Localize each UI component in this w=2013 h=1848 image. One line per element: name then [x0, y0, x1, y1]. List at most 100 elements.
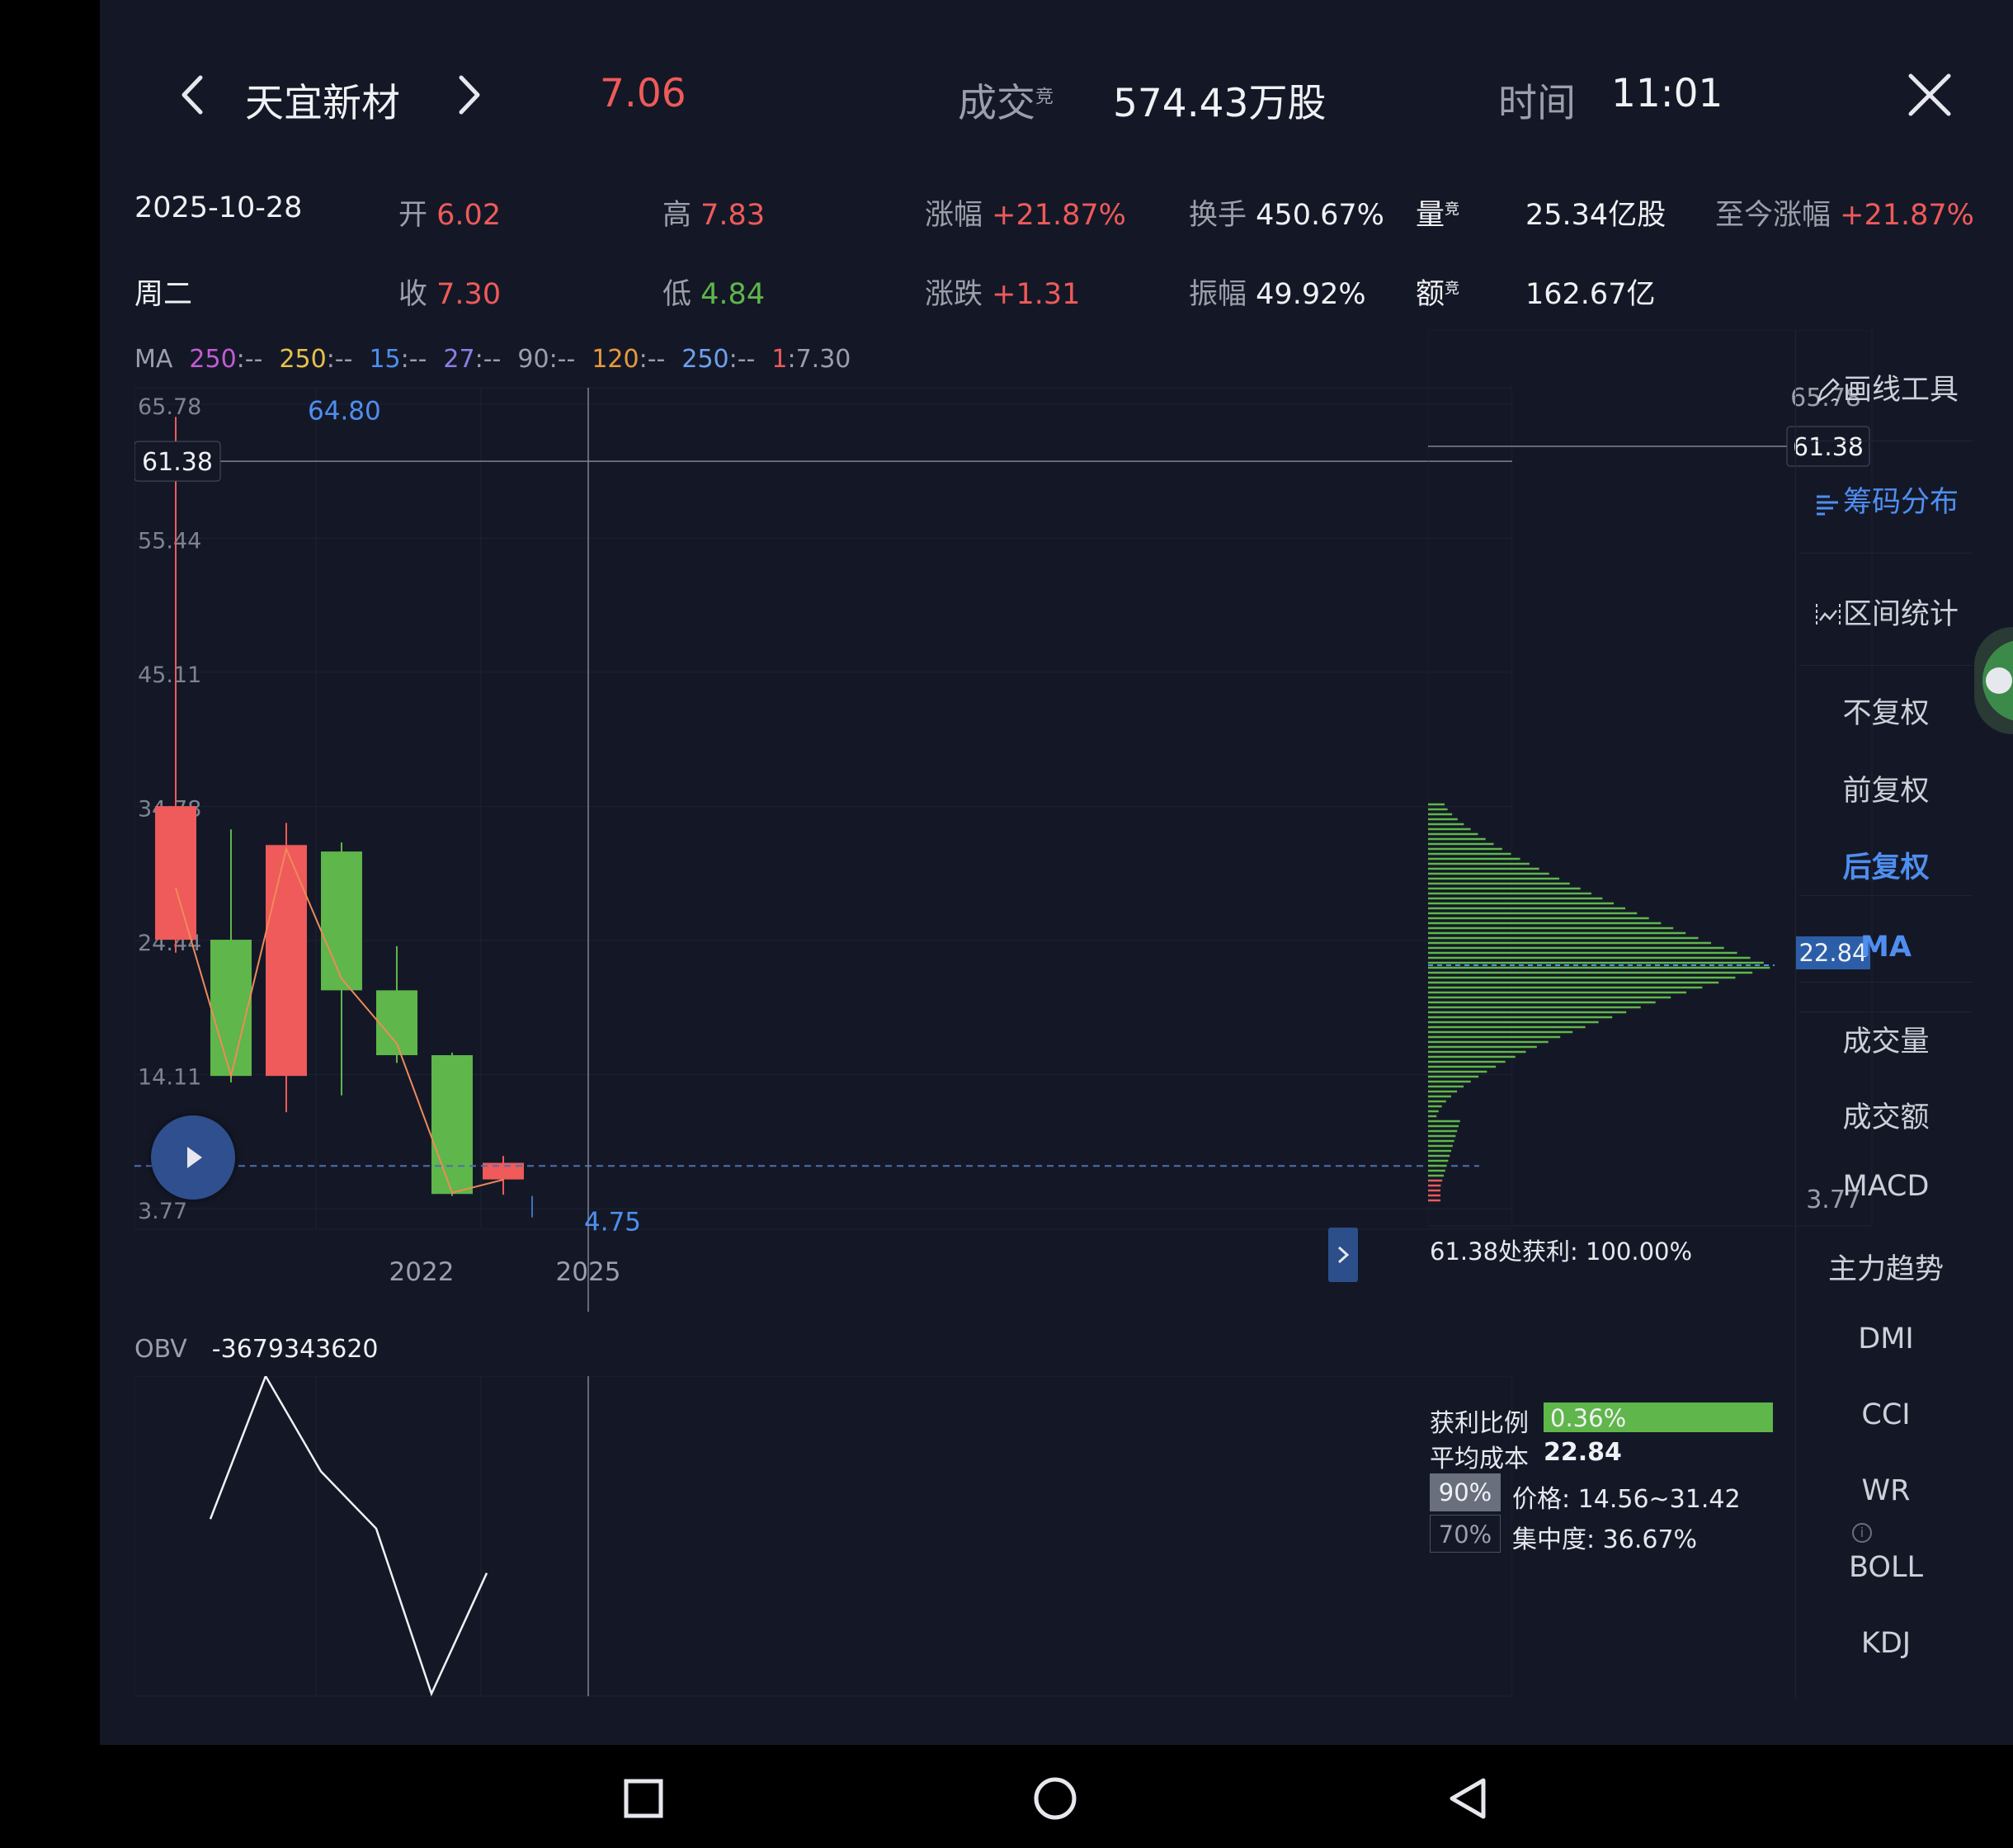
indicator-8[interactable]: DMI — [1799, 1322, 1973, 1355]
prev-stock-button[interactable] — [166, 66, 224, 124]
vol-label: 量竞 — [1416, 199, 1460, 232]
close-stat: 收 7.30 — [398, 278, 502, 311]
indicator-12[interactable]: KDJ — [1799, 1627, 1973, 1660]
candle-body — [431, 1054, 473, 1195]
turnover-stat: 换手 450.67% — [1189, 199, 1384, 232]
avg-cost-label: 平均成本 — [1430, 1445, 1529, 1473]
close-icon — [1908, 73, 1951, 116]
ytick-label: 65.78 — [138, 394, 201, 420]
amount-label: 额竞 — [1416, 278, 1460, 311]
ma-legend-item: 250:-- — [279, 345, 352, 374]
date: 2025-10-28 — [134, 191, 303, 224]
candle-body — [321, 851, 362, 991]
next-stock-button[interactable] — [438, 66, 496, 124]
crosshair-price: 61.38 — [142, 448, 213, 477]
pen-icon — [1816, 378, 1840, 403]
avg-cost-value: 22.84 — [1544, 1438, 1622, 1467]
low-stat: 低 4.84 — [662, 278, 766, 311]
profit-ratio-value: 0.36% — [1550, 1404, 1627, 1432]
ma-legend-item: 90:-- — [517, 345, 575, 374]
ma-legend-key: MA — [134, 345, 173, 374]
ma-legend-value: :-- — [728, 345, 756, 374]
expand-button[interactable] — [1328, 1228, 1358, 1282]
candle-body — [266, 845, 307, 1077]
kline-chart[interactable]: 65.7855.4445.1134.7824.4414.113.7761.386… — [134, 371, 1512, 1312]
chat-icon — [1982, 640, 2013, 721]
obv-line — [209, 1376, 488, 1697]
obv-frame — [134, 1376, 1512, 1697]
chevron-right-icon — [1337, 1246, 1350, 1264]
change-pct-stat: 涨幅 +21.87% — [925, 199, 1126, 232]
indicator-3[interactable]: MA — [1799, 931, 1973, 964]
indicator-11[interactable]: BOLL — [1799, 1551, 1973, 1584]
toolbar-separator — [1799, 895, 1973, 896]
indicator-4[interactable]: 成交量 — [1799, 1018, 1973, 1060]
play-button[interactable] — [151, 1115, 235, 1200]
amplitude-stat: 振幅 49.92% — [1189, 278, 1366, 311]
change-stat: 涨跌 +1.31 — [925, 278, 1081, 311]
toolbar-separator — [1799, 665, 1973, 666]
chevron-right-icon — [459, 75, 480, 115]
pct70-button[interactable]: 70% — [1430, 1515, 1501, 1553]
candle-body — [155, 806, 196, 940]
draw-tool-button[interactable]: 画线工具 — [1799, 366, 1973, 408]
pct90-button[interactable]: 90% — [1430, 1473, 1501, 1511]
ma-legend-key: 27 — [443, 345, 475, 374]
concentration: 集中度: 36.67% — [1512, 1525, 1698, 1554]
ma-legend-item: 120:-- — [592, 345, 665, 374]
ma-legend-key: 250 — [189, 345, 237, 374]
ma-legend-value: :-- — [326, 345, 353, 374]
home-button[interactable] — [1033, 1776, 1077, 1821]
toolbar-separator — [1799, 553, 1973, 554]
back-button[interactable] — [1445, 1776, 1490, 1821]
interval-icon — [1815, 604, 1841, 627]
ma-legend-value: :-- — [236, 345, 263, 374]
ytick-label: 3.77 — [138, 1199, 187, 1224]
indicator-10[interactable]: WR — [1799, 1474, 1973, 1507]
ma-legend-item: 15:-- — [369, 345, 427, 374]
ytick-label: 55.44 — [138, 529, 201, 554]
triangle-back-icon — [1450, 1778, 1486, 1819]
ma-legend-item: 250:-- — [189, 345, 262, 374]
indicator-0[interactable]: 不复权 — [1799, 690, 1973, 732]
profit-ratio-label: 获利比例 — [1430, 1409, 1529, 1438]
close-button[interactable] — [1902, 68, 1957, 122]
profit-at-price: 61.38处获利: 100.00% — [1430, 1238, 1693, 1266]
ma-legend-key: 250 — [681, 345, 729, 374]
since-change-stat: 至今涨幅 +21.87% — [1715, 199, 1974, 232]
obv-chart[interactable] — [134, 1376, 1512, 1698]
system-nav-bar — [0, 1745, 2013, 1848]
ma-legend-value: :-- — [400, 345, 427, 374]
ma-legend-key: 250 — [279, 345, 327, 374]
ma-legend-value: :7.30 — [787, 345, 851, 374]
indicator-2[interactable]: 后复权 — [1799, 844, 1973, 886]
ma-legend-item: 250:-- — [681, 345, 755, 374]
toolbar-separator — [1799, 1011, 1973, 1012]
ytick-label: 45.11 — [138, 662, 201, 688]
ma-legend-key: 1 — [771, 345, 788, 374]
chart-frame — [134, 387, 1512, 1230]
indicator-1[interactable]: 前复权 — [1799, 767, 1973, 809]
indicator-9[interactable]: CCI — [1799, 1398, 1973, 1431]
price-range: 价格: 14.56~31.42 — [1512, 1485, 1741, 1514]
indicator-5[interactable]: 成交额 — [1799, 1094, 1973, 1136]
ytick-label: 14.11 — [138, 1065, 201, 1091]
chat-bubble-button[interactable] — [1974, 627, 2013, 734]
time-label: 时间 — [1498, 81, 1576, 126]
ma-legend-item: 1:7.30 — [771, 345, 851, 374]
interval-stats-button[interactable]: 区间统计 — [1799, 591, 1973, 633]
max-price-label: 64.80 — [308, 396, 381, 426]
stock-name: 天宜新材 — [245, 81, 400, 126]
open-stat: 开 6.02 — [398, 199, 502, 232]
circle-icon — [1034, 1777, 1077, 1820]
indicator-7[interactable]: 主力趋势 — [1799, 1246, 1973, 1288]
weekday: 周二 — [134, 278, 193, 311]
current-price: 7.06 — [600, 71, 686, 116]
indicator-6[interactable]: MACD — [1799, 1170, 1973, 1203]
chip-distribution-button[interactable]: 筹码分布 — [1799, 478, 1973, 521]
ma-legend-item: MA — [134, 345, 172, 374]
high-stat: 高 7.83 — [662, 199, 766, 232]
toolbar-separator — [1799, 982, 1973, 983]
recents-button[interactable] — [623, 1778, 664, 1819]
min-price-label: 4.75 — [584, 1208, 641, 1238]
